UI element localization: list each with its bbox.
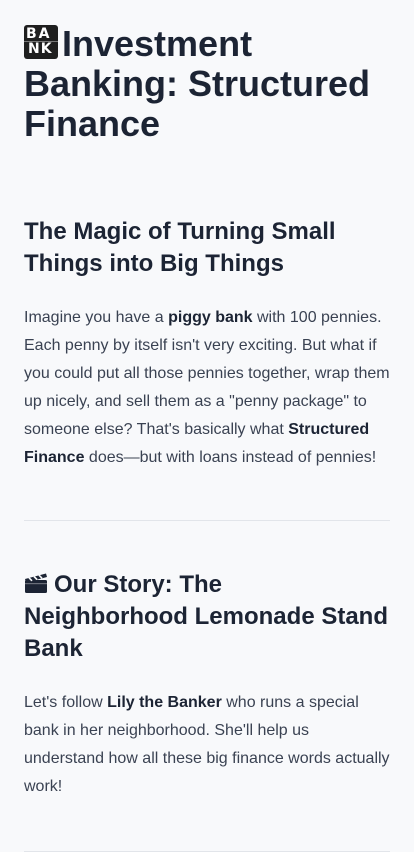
- bank-icon: BA NK: [24, 25, 58, 59]
- section-paragraph: Let's follow Lily the Banker who runs a …: [24, 689, 390, 801]
- page-header: BA NK Investment Banking: Structured Fin…: [24, 24, 390, 144]
- section-heading: The Magic of Turning Small Things into B…: [24, 218, 336, 277]
- page: BA NK Investment Banking: Structured Fin…: [0, 0, 414, 852]
- paragraph-bold-text: piggy bank: [168, 309, 253, 326]
- section-heading: Our Story: The Neighborhood Lemonade Sta…: [24, 569, 390, 665]
- clapper-board-icon: [25, 573, 47, 593]
- paragraph-text: does—but with loans instead of pennies!: [84, 449, 377, 466]
- section-magic: The Magic of Turning Small Things into B…: [24, 144, 390, 472]
- paragraph-bold-text: Lily the Banker: [107, 694, 222, 711]
- bank-icon-text-bottom: NK: [28, 41, 53, 57]
- section-heading-text: Our Story: The Neighborhood Lemonade Sta…: [24, 571, 388, 662]
- paragraph-text: Imagine you have a: [24, 309, 169, 326]
- paragraph-text: with 100 pennies. Each penny by itself i…: [24, 309, 390, 438]
- bank-icon-text-top: BA: [26, 26, 52, 42]
- paragraph-text: Let's follow: [24, 694, 108, 711]
- page-title: BA NK Investment Banking: Structured Fin…: [24, 24, 390, 144]
- page-title-text: Investment Banking: Structured Finance: [24, 23, 371, 144]
- section-story: Our Story: The Neighborhood Lemonade Sta…: [24, 521, 390, 801]
- section-paragraph: Imagine you have a piggy bank with 100 p…: [24, 304, 390, 472]
